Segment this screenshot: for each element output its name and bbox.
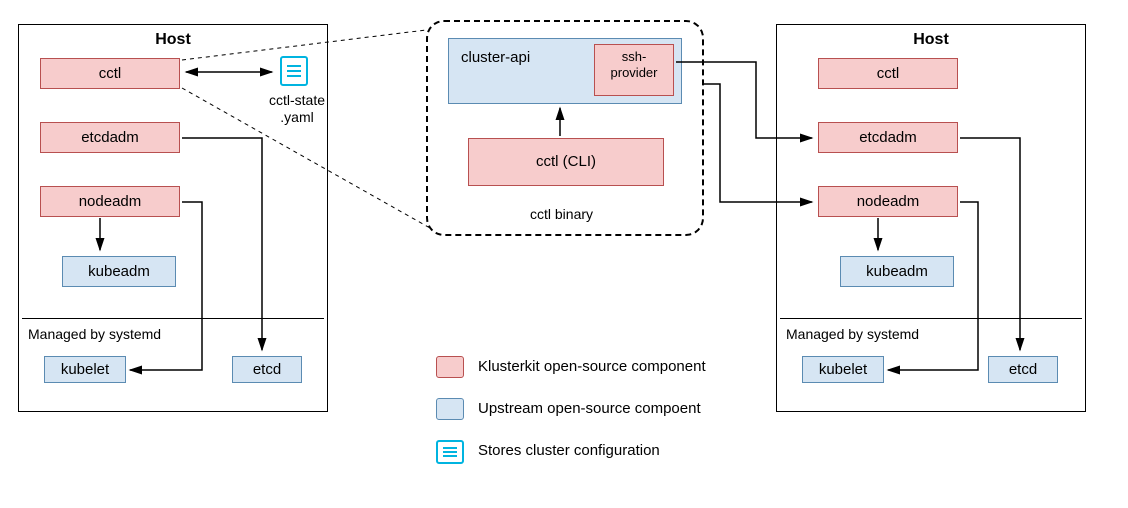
legend-stores: Stores cluster configuration	[478, 442, 660, 459]
left-divider	[22, 318, 324, 319]
cluster-api-label: cluster-api	[461, 49, 530, 66]
legend-swatch-blue	[436, 398, 464, 420]
right-systemd-label: Managed by systemd	[786, 326, 919, 342]
left-host-title: Host	[19, 25, 327, 51]
left-cctl: cctl	[40, 58, 180, 89]
legend-swatch-pink	[436, 356, 464, 378]
legend-swatch-file	[436, 440, 464, 464]
right-etcd: etcd	[988, 356, 1058, 383]
left-etcd: etcd	[232, 356, 302, 383]
right-kubeadm: kubeadm	[840, 256, 954, 287]
left-etcdadm: etcdadm	[40, 122, 180, 153]
left-nodeadm: nodeadm	[40, 186, 180, 217]
legend-klusterkit: Klusterkit open-source component	[478, 358, 706, 375]
cctl-cli-box: cctl (CLI)	[468, 138, 664, 186]
right-etcdadm: etcdadm	[818, 122, 958, 153]
right-nodeadm: nodeadm	[818, 186, 958, 217]
state-file-label: cctl-state .yaml	[254, 92, 340, 126]
ssh-provider-box: ssh- provider	[594, 44, 674, 96]
right-host-title: Host	[777, 25, 1085, 51]
file-icon	[280, 56, 308, 86]
right-cctl: cctl	[818, 58, 958, 89]
right-divider	[780, 318, 1082, 319]
diagram-canvas: Host cctl etcdadm nodeadm kubeadm Manage…	[0, 0, 1128, 508]
left-systemd-label: Managed by systemd	[28, 326, 161, 342]
legend-upstream: Upstream open-source compoent	[478, 400, 701, 417]
left-kubeadm: kubeadm	[62, 256, 176, 287]
cctl-binary-label: cctl binary	[530, 206, 593, 222]
right-kubelet: kubelet	[802, 356, 884, 383]
left-kubelet: kubelet	[44, 356, 126, 383]
